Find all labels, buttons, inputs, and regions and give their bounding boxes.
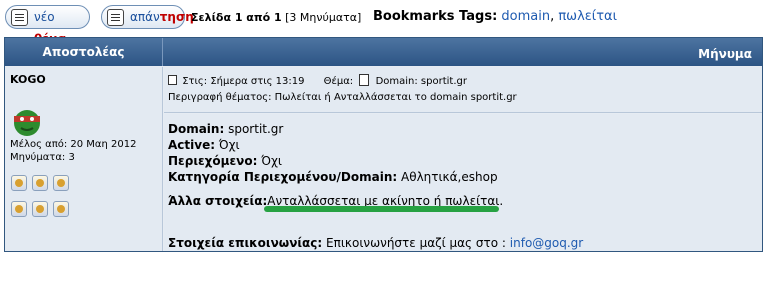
other-label: Άλλα στοιχεία: <box>168 194 268 208</box>
profile-icon[interactable] <box>11 175 27 191</box>
category-value: Αθλητικά,eshop <box>401 170 498 184</box>
post-count: Μηνύματα: 3 <box>10 152 75 163</box>
field-active: Active: Όχι <box>168 138 240 152</box>
content-value: Όχι <box>261 154 282 168</box>
report-icon[interactable] <box>53 201 69 217</box>
topic-value: Domain: sportit.gr <box>375 76 467 87</box>
field-content: Περιεχόμενο: Όχι <box>168 154 282 168</box>
thread-toolbar: νέο θέμα απάντηση Σελίδα 1 από 1 [3 Μηνύ… <box>0 0 763 46</box>
reply-icon <box>107 9 124 26</box>
page-info-count: [3 Μηνύματα] <box>285 11 362 24</box>
content-label: Περιεχόμενο: <box>168 154 258 168</box>
topic-description: Περιγραφή θέματος: Πωλείται ή Ανταλλάσσε… <box>168 92 517 103</box>
reply-label: απάν <box>130 10 160 24</box>
meta-line: Στις: Σήμερα στις 13:19 Θέμα: Domain: sp… <box>168 74 467 87</box>
field-contact: Στοιχεία επικοινωνίας: Επικοινωνήστε μαζ… <box>168 236 583 250</box>
contact-label: Στοιχεία επικοινωνίας: <box>168 236 323 250</box>
pm-icon[interactable] <box>32 175 48 191</box>
reply-button[interactable]: απάντηση <box>101 5 194 29</box>
date-label: Στις: <box>182 76 208 87</box>
post-icon <box>168 75 177 85</box>
joined-date: Μέλος από: 20 Μαη 2012 <box>10 139 137 150</box>
contact-email-link[interactable]: info@goq.gr <box>510 236 583 250</box>
domain-label: Domain: <box>168 122 225 136</box>
table-header: Αποστολέας Μήνυμα <box>5 38 762 66</box>
page-info: Σελίδα 1 από 1 [3 Μηνύματα] <box>191 11 361 24</box>
post-body: Domain: sportit.gr Active: Όχι Περιεχόμε… <box>164 114 762 251</box>
tag-domain[interactable]: domain <box>501 9 550 24</box>
author-panel: KOGO Μέλος από: 20 Μαη 2012 Μηνύματα: 3 <box>5 67 163 251</box>
header-author: Αποστολέας <box>5 38 163 66</box>
contact-value: Επικοινωνήστε μαζί μας στο : <box>326 236 506 250</box>
page-info-prefix: Σελίδα 1 από 1 <box>191 11 282 24</box>
post-meta: Στις: Σήμερα στις 13:19 Θέμα: Domain: sp… <box>164 67 762 113</box>
new-thread-button[interactable]: νέο θέμα <box>5 5 90 46</box>
reply-label-bold: τηση <box>159 10 194 24</box>
topic-label: Θέμα: <box>323 76 354 87</box>
bookmarks-tags: Bookmarks Tags: domain, πωλείται <box>373 9 617 24</box>
active-label: Active: <box>168 138 216 152</box>
active-value: Όχι <box>218 138 240 152</box>
date-value: Σήμερα στις 13:19 <box>210 76 305 87</box>
category-label: Κατηγορία Περιεχομένου/Domain: <box>168 170 398 184</box>
home-icon[interactable] <box>53 175 69 191</box>
field-domain: Domain: sportit.gr <box>168 122 283 136</box>
field-category: Κατηγορία Περιεχομένου/Domain: Αθλητικά,… <box>168 170 498 184</box>
topic-icon <box>359 74 370 86</box>
highlight-underline <box>264 206 499 212</box>
edit-icon[interactable] <box>11 201 27 217</box>
domain-value: sportit.gr <box>228 122 284 136</box>
quote-icon[interactable] <box>32 201 48 217</box>
author-name[interactable]: KOGO <box>10 73 46 86</box>
new-thread-icon <box>11 9 28 26</box>
tag-poleitai[interactable]: πωλείται <box>558 9 617 24</box>
new-thread-label: νέο <box>34 10 55 24</box>
avatar <box>14 110 40 136</box>
header-message: Μήνυμα <box>698 47 752 61</box>
post-table: Αποστολέας Μήνυμα KOGO Μέλος από: 20 Μαη… <box>4 37 763 252</box>
bookmarks-label: Bookmarks Tags: <box>373 9 498 24</box>
